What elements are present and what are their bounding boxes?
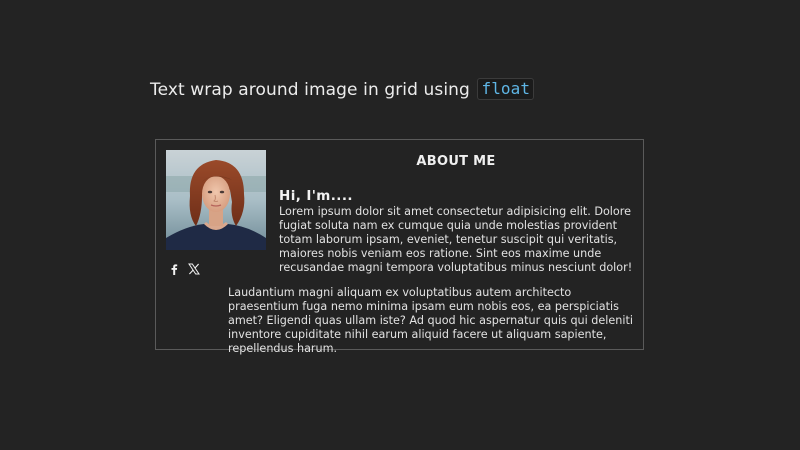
facebook-icon[interactable] <box>168 263 180 275</box>
heading-text: Text wrap around image in grid using <box>150 80 470 100</box>
card-grid: ABOUT ME Hi, I'm.... Lorem ipsum dolor s… <box>166 150 633 355</box>
social-links <box>166 262 266 276</box>
about-card: ABOUT ME Hi, I'm.... Lorem ipsum dolor s… <box>155 139 644 355</box>
page-heading: Text wrap around image in grid using flo… <box>150 78 535 102</box>
about-title: ABOUT ME <box>416 154 496 169</box>
x-icon[interactable] <box>188 263 200 275</box>
photo-column <box>166 150 266 284</box>
page: Text wrap around image in grid using flo… <box>0 0 800 450</box>
paragraph-2: Laudantium magni aliquam ex voluptatibus… <box>228 286 633 355</box>
heading-code: float <box>477 78 535 100</box>
